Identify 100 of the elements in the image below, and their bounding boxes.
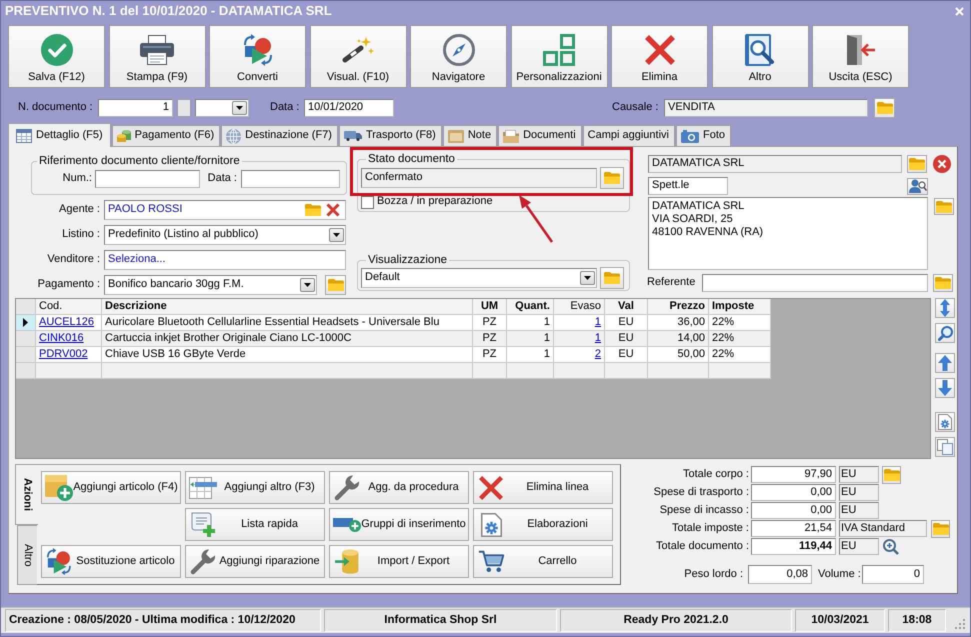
contact-search-button[interactable]	[907, 178, 928, 194]
field-label: Causale :	[612, 100, 660, 114]
volume-field[interactable]: 0	[862, 565, 924, 584]
company-name: Informatica Shop Srl	[324, 609, 557, 632]
status-date: 10/03/2021	[795, 609, 885, 632]
cross-icon	[644, 35, 674, 65]
move-up-button[interactable]	[935, 353, 955, 373]
print-button[interactable]: Stampa (F9)	[108, 25, 206, 88]
cross-icon	[479, 476, 503, 500]
copy-button[interactable]	[935, 437, 955, 457]
date-field[interactable]: 10/01/2020	[304, 98, 394, 116]
dropdown[interactable]: Predefinito (Listino al pubblico)	[104, 225, 346, 245]
tab[interactable]: Campi aggiuntivi	[582, 125, 675, 146]
view-dropdown[interactable]: Default	[361, 268, 597, 288]
cross-icon[interactable]	[326, 203, 340, 217]
folder-button[interactable]	[600, 267, 624, 289]
customize-button[interactable]: Personalizzazioni	[510, 25, 608, 88]
convert-button[interactable]: Converti	[209, 25, 306, 88]
field-label: Data :	[206, 172, 237, 186]
table-row[interactable]: CINK016 Cartuccia inkjet Brother Originale Ciano LC-1000C PZ 1 1 EU 14,00 22%	[16, 331, 771, 347]
book-search-icon	[745, 34, 775, 66]
action-button[interactable]: Aggiungi articolo (F4)	[41, 471, 181, 504]
folder-button[interactable]	[934, 198, 954, 215]
reference-number-field[interactable]	[95, 170, 200, 188]
zoom-in-icon[interactable]	[883, 538, 899, 554]
action-button[interactable]: Aggiungi altro (F3)	[185, 471, 325, 504]
table-row[interactable]: AUCEL126 Auricolare Bluetooth Cellularline Essential Headsets - Universale Blu PZ 1 1 EU 36,00 22%	[16, 315, 771, 331]
action-button[interactable]: Gruppi di inserimento	[329, 508, 469, 541]
tab[interactable]: Trasporto (F8)	[338, 125, 442, 146]
field-label: Spese di incasso :	[658, 504, 750, 518]
series-dropdown[interactable]	[195, 98, 249, 116]
folder-button[interactable]	[907, 155, 927, 173]
draft-checkbox[interactable]	[361, 196, 374, 208]
field-label: Num.:	[62, 172, 92, 186]
save-button[interactable]: Salva (F12)	[8, 25, 105, 88]
door-exit-icon	[846, 35, 874, 65]
field-label: Referente	[647, 276, 696, 290]
dropdown[interactable]: Bonifico bancario 30gg F.M.	[104, 275, 317, 295]
folder-button[interactable]	[325, 275, 346, 295]
text-field[interactable]: Seleziona...	[104, 250, 346, 270]
shapes-icon	[47, 548, 71, 576]
more-button[interactable]: Altro	[712, 25, 808, 88]
tab[interactable]: Documenti	[498, 125, 582, 146]
close-icon[interactable]	[955, 6, 964, 16]
reorder-button[interactable]	[935, 298, 955, 318]
lookup-field[interactable]: PAOLO ROSSI	[104, 200, 346, 220]
reason-field[interactable]: VENDITA	[664, 98, 868, 116]
folder-button[interactable]	[882, 466, 901, 484]
contact-field[interactable]	[702, 274, 928, 292]
navigator-button[interactable]: Navigatore	[410, 25, 507, 88]
action-button[interactable]: Elimina linea	[473, 471, 613, 504]
tab[interactable]: Dettaglio (F5)	[8, 123, 111, 147]
view-button[interactable]: Visual. (F10)	[310, 25, 406, 88]
note-icon	[448, 130, 464, 142]
customer-field[interactable]: DATAMATICA SRL	[648, 155, 902, 173]
settings-button[interactable]	[935, 412, 955, 432]
tab[interactable]: Pagamento (F6)	[112, 125, 220, 146]
currency-field: EU	[839, 538, 879, 555]
folder-icon	[604, 272, 620, 284]
tab[interactable]: Note	[442, 125, 498, 146]
caret-icon	[236, 106, 243, 110]
action-button[interactable]: Import / Export	[329, 545, 469, 578]
tab[interactable]: Foto	[676, 125, 732, 146]
folder-button[interactable]	[933, 274, 953, 292]
folder-button[interactable]	[600, 167, 624, 189]
series-button[interactable]	[177, 98, 191, 116]
vertical-tab[interactable]: Azioni	[15, 464, 38, 525]
wrench-icon	[190, 548, 216, 574]
folder-icon	[884, 468, 900, 480]
x-circle-icon[interactable]	[933, 155, 951, 173]
table-row[interactable]: PDRV002 Chiave USB 16 GByte Verde PZ 1 2 EU 50,00 22%	[16, 347, 771, 363]
action-button[interactable]: Elaborazioni	[473, 508, 613, 541]
action-button[interactable]: Agg. da procedura	[329, 471, 469, 504]
folder-button[interactable]	[874, 98, 895, 118]
weight-field[interactable]: 0,08	[748, 565, 812, 584]
exit-button[interactable]: Uscita (ESC)	[812, 25, 909, 88]
document-number-field[interactable]: 1	[98, 98, 173, 116]
action-button[interactable]: Carrello	[473, 545, 613, 578]
folder-icon[interactable]	[305, 204, 321, 216]
salutation-field[interactable]: Spett.le	[648, 177, 728, 195]
row-indicator[interactable]	[16, 315, 36, 331]
search-button[interactable]	[935, 323, 955, 343]
tab[interactable]: Destinazione (F7)	[221, 125, 338, 146]
action-button[interactable]: Aggiungi riparazione	[185, 545, 325, 578]
folder-button[interactable]	[931, 520, 950, 538]
folder-icon	[604, 172, 620, 184]
address-field[interactable]: DATAMATICA SRL VIA SOARDI, 25 48100 RAVENNA (RA)	[648, 197, 928, 270]
checkbox-label: Bozza / in preparazione	[377, 195, 493, 209]
reference-date-field[interactable]	[241, 170, 340, 188]
action-button[interactable]: Sostituzione articolo	[41, 545, 181, 578]
delete-button[interactable]: Elimina	[611, 25, 708, 88]
document-gear-icon	[938, 414, 952, 430]
group-title: Stato documento	[367, 153, 456, 166]
move-down-button[interactable]	[935, 378, 955, 398]
check-circle-icon	[40, 34, 72, 66]
amount-field: 0,00	[751, 484, 836, 501]
action-button[interactable]: Lista rapida	[185, 508, 325, 541]
annotation-arrow	[518, 194, 555, 244]
status-field[interactable]: Confermato	[361, 168, 597, 188]
vertical-tab[interactable]: Altro	[17, 525, 37, 585]
